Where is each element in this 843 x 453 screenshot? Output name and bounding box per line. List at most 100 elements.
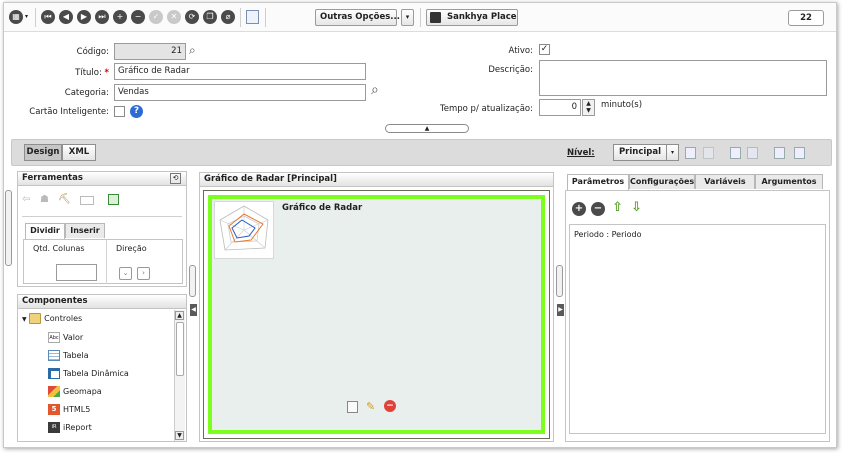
right-panel-grip[interactable]	[556, 265, 563, 297]
collapse-right-panel-icon[interactable]: ▶	[557, 304, 564, 316]
component-item[interactable]: 5 HTML5	[48, 401, 90, 419]
move-tool-icon[interactable]: ☗	[40, 194, 49, 205]
component-item[interactable]: iR iReport	[48, 419, 92, 437]
move-up-icon[interactable]: ⇧	[612, 200, 623, 215]
remove-level-icon[interactable]	[703, 147, 714, 159]
titulo-field[interactable]: Gráfico de Radar	[114, 63, 366, 80]
grid-view-icon[interactable]	[246, 10, 259, 24]
tab-insert[interactable]: Inserir	[65, 223, 105, 238]
tab-arguments[interactable]: Argumentos	[755, 174, 823, 189]
scroll-up-icon[interactable]: ▲	[175, 311, 184, 320]
tree-root-controles[interactable]: ▼ Controles	[22, 310, 82, 328]
tab-configurations[interactable]: Configurações	[629, 174, 695, 189]
main-toolbar: ▦ ▾ ⏮ ◀ ▶ ⏭ + − ✓ ✕ ⟳ ❐ ⌀ Outras Opções.…	[4, 3, 836, 32]
canvas-panel: Gráfico de Radar [Principal] Gráfico de …	[199, 172, 554, 442]
tab-variables[interactable]: Variáveis	[695, 174, 755, 189]
level-tree-icon[interactable]	[774, 147, 785, 159]
sankhya-place-button[interactable]: Sankhya Place	[426, 9, 518, 26]
tempo-stepper[interactable]: ▲ ▼	[582, 99, 595, 116]
more-options-button[interactable]: Outras Opções...	[315, 9, 400, 26]
grid-menu-chevron-icon[interactable]: ▾	[25, 13, 28, 20]
component-item[interactable]: Geomapa	[48, 383, 102, 401]
components-panel-header: Componentes	[18, 295, 186, 309]
collapse-form-handle[interactable]: ▲	[385, 124, 469, 133]
component-item[interactable]: Tabela Dinâmica	[48, 365, 129, 383]
level-grid-icon[interactable]	[794, 147, 805, 159]
qtd-colunas-field[interactable]	[56, 264, 97, 281]
paint-tool-icon[interactable]: ⛏	[58, 194, 71, 205]
abc-value-icon: Abc	[48, 332, 60, 343]
parameters-list: Periodo : Periodo	[569, 224, 826, 434]
chart-properties-icon[interactable]	[347, 401, 358, 413]
add-parameter-icon[interactable]: +	[572, 202, 586, 216]
tools-panel-grip[interactable]	[189, 265, 196, 297]
duplicate-icon[interactable]: ❐	[203, 10, 217, 24]
attach-icon[interactable]: ⌀	[221, 10, 235, 24]
geomap-icon	[48, 386, 60, 397]
tab-parameters[interactable]: Parâmetros	[567, 174, 629, 190]
cartao-inteligente-checkbox[interactable]	[114, 106, 125, 117]
move-down-icon[interactable]: ⇩	[631, 200, 642, 215]
tab-divide[interactable]: Dividir	[25, 223, 65, 239]
cancel-icon[interactable]: ✕	[167, 10, 181, 24]
nivel-select[interactable]: Principal	[613, 144, 667, 161]
direcao-label: Direção	[116, 244, 147, 253]
xml-tab[interactable]: XML	[62, 144, 96, 161]
paste-icon[interactable]	[747, 147, 758, 159]
component-item[interactable]: Abc Valor	[48, 329, 83, 347]
edit-chart-icon[interactable]: ✎	[366, 400, 375, 413]
next-record-icon[interactable]: ▶	[77, 10, 91, 24]
left-collapse-grip[interactable]	[5, 190, 12, 266]
design-bar: Design XML Nível: Principal ▾	[11, 139, 832, 166]
remove-record-icon[interactable]: −	[131, 10, 145, 24]
tempo-atualizacao-field[interactable]: 0	[539, 99, 581, 116]
frame-tool-icon[interactable]	[80, 196, 94, 205]
delete-chart-icon[interactable]: −	[384, 400, 396, 412]
canvas-drop-area[interactable]: Gráfico de Radar ✎ −	[208, 195, 545, 434]
notification-badge[interactable]: 22	[788, 10, 824, 26]
sankhya-place-label: Sankhya Place	[447, 12, 517, 22]
tools-refresh-icon[interactable]: ⟲	[170, 173, 181, 184]
codigo-label: Código:	[76, 47, 109, 57]
categoria-label: Categoria:	[64, 88, 109, 98]
direction-horizontal-icon[interactable]: ›	[137, 267, 150, 280]
components-tree: ▼ Controles Abc Valor Tabela Tabela Dinâm…	[18, 310, 174, 441]
collapse-left-panel-icon[interactable]: ◀	[190, 304, 197, 316]
pointer-tool-icon[interactable]: ⇦	[22, 194, 30, 205]
help-icon[interactable]: ?	[130, 105, 143, 118]
copy-icon[interactable]	[730, 147, 741, 159]
add-record-icon[interactable]: +	[113, 10, 127, 24]
radar-chart-icon	[219, 205, 269, 251]
nivel-dropdown-icon[interactable]: ▾	[666, 144, 679, 161]
expand-chevron-icon[interactable]: ▼	[22, 316, 27, 323]
qtd-colunas-label: Qtd. Colunas	[33, 244, 85, 253]
previous-record-icon[interactable]: ◀	[59, 10, 73, 24]
categoria-search-icon[interactable]: ⌕	[371, 82, 379, 98]
more-options-dropdown-icon[interactable]: ▾	[401, 9, 414, 26]
parameter-item[interactable]: Periodo : Periodo	[574, 230, 641, 239]
scroll-thumb[interactable]	[176, 322, 184, 376]
scroll-down-icon[interactable]: ▼	[175, 431, 184, 440]
save-icon[interactable]: ✓	[149, 10, 163, 24]
remove-parameter-icon[interactable]: −	[591, 202, 605, 216]
ativo-checkbox[interactable]: ✓	[539, 44, 550, 55]
first-record-icon[interactable]: ⏮	[41, 10, 55, 24]
last-record-icon[interactable]: ⏭	[95, 10, 109, 24]
codigo-search-icon[interactable]: ⌕	[189, 43, 196, 58]
grid-tool-icon[interactable]	[108, 194, 119, 205]
add-level-icon[interactable]	[685, 147, 696, 159]
parameters-tab-content: + − ⇧ ⇩ Periodo : Periodo	[565, 190, 830, 442]
components-panel: Componentes ▼ Controles Abc Valor Tabela …	[17, 294, 187, 442]
direction-vertical-icon[interactable]: ⌄	[119, 267, 132, 280]
codigo-field[interactable]: 21	[114, 43, 186, 60]
component-item[interactable]: Tabela	[48, 347, 89, 365]
categoria-field[interactable]: Vendas	[114, 84, 366, 101]
refresh-icon[interactable]: ⟳	[185, 10, 199, 24]
design-tab[interactable]: Design	[24, 144, 62, 161]
tools-panel-header: Ferramentas	[18, 172, 186, 186]
descricao-textarea[interactable]	[539, 60, 827, 96]
descricao-label: Descrição:	[488, 65, 533, 75]
grid-menu-icon[interactable]: ▦	[9, 10, 23, 24]
components-scrollbar[interactable]: ▲ ▼	[174, 310, 185, 441]
radar-chart-thumbnail[interactable]	[214, 201, 274, 259]
